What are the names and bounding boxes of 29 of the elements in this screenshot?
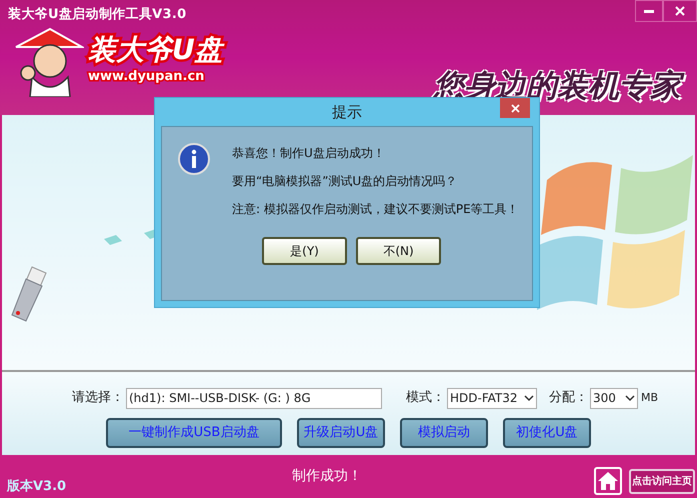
status-message: 制作成功！	[292, 467, 362, 486]
dialog-button[interactable]: 不(N)	[356, 237, 441, 265]
device-field[interactable]: (hd1): SMI--USB-DISK- (G: ) 8G	[126, 388, 382, 408]
close-button[interactable]	[663, 0, 697, 22]
dialog-message: 要用“电脑模拟器”测试U盘的启动情况吗？	[232, 173, 458, 190]
mode-dropdown[interactable]: HDD-FAT32	[447, 388, 537, 408]
dialog-button[interactable]: 是(Y)	[262, 237, 347, 265]
alloc-dropdown[interactable]: 300	[590, 388, 638, 408]
device-label: 请选择：	[72, 389, 124, 408]
close-icon	[510, 104, 520, 112]
dialog-message: 恭喜您！制作U盘启动成功！	[232, 145, 386, 162]
minimize-icon	[644, 10, 654, 12]
mode-label: 模式：	[406, 389, 445, 408]
logo-text: 装大爷U盘	[88, 32, 223, 66]
alloc-label: 分配：	[549, 389, 588, 408]
close-icon	[675, 6, 685, 16]
chevron-down-icon	[625, 394, 635, 402]
unit-label: MB	[641, 390, 658, 406]
home-icon	[597, 471, 619, 491]
dialog-message: 注意: 模拟器仅作启动测试，建议不要测试PE等工具！	[232, 201, 519, 218]
home-button[interactable]	[594, 467, 622, 495]
logo-url: www.dyupan.cn	[88, 68, 206, 86]
info-icon	[177, 142, 211, 176]
chevron-down-icon	[524, 394, 534, 402]
dialog-title: 提示	[332, 102, 362, 123]
version-text: 版本V3.0	[7, 478, 66, 496]
homepage-button[interactable]: 点击访问主页	[629, 469, 695, 494]
minimize-button[interactable]	[635, 0, 663, 22]
window-title: 装大爷U盘启动制作工具V3.0	[7, 6, 187, 24]
